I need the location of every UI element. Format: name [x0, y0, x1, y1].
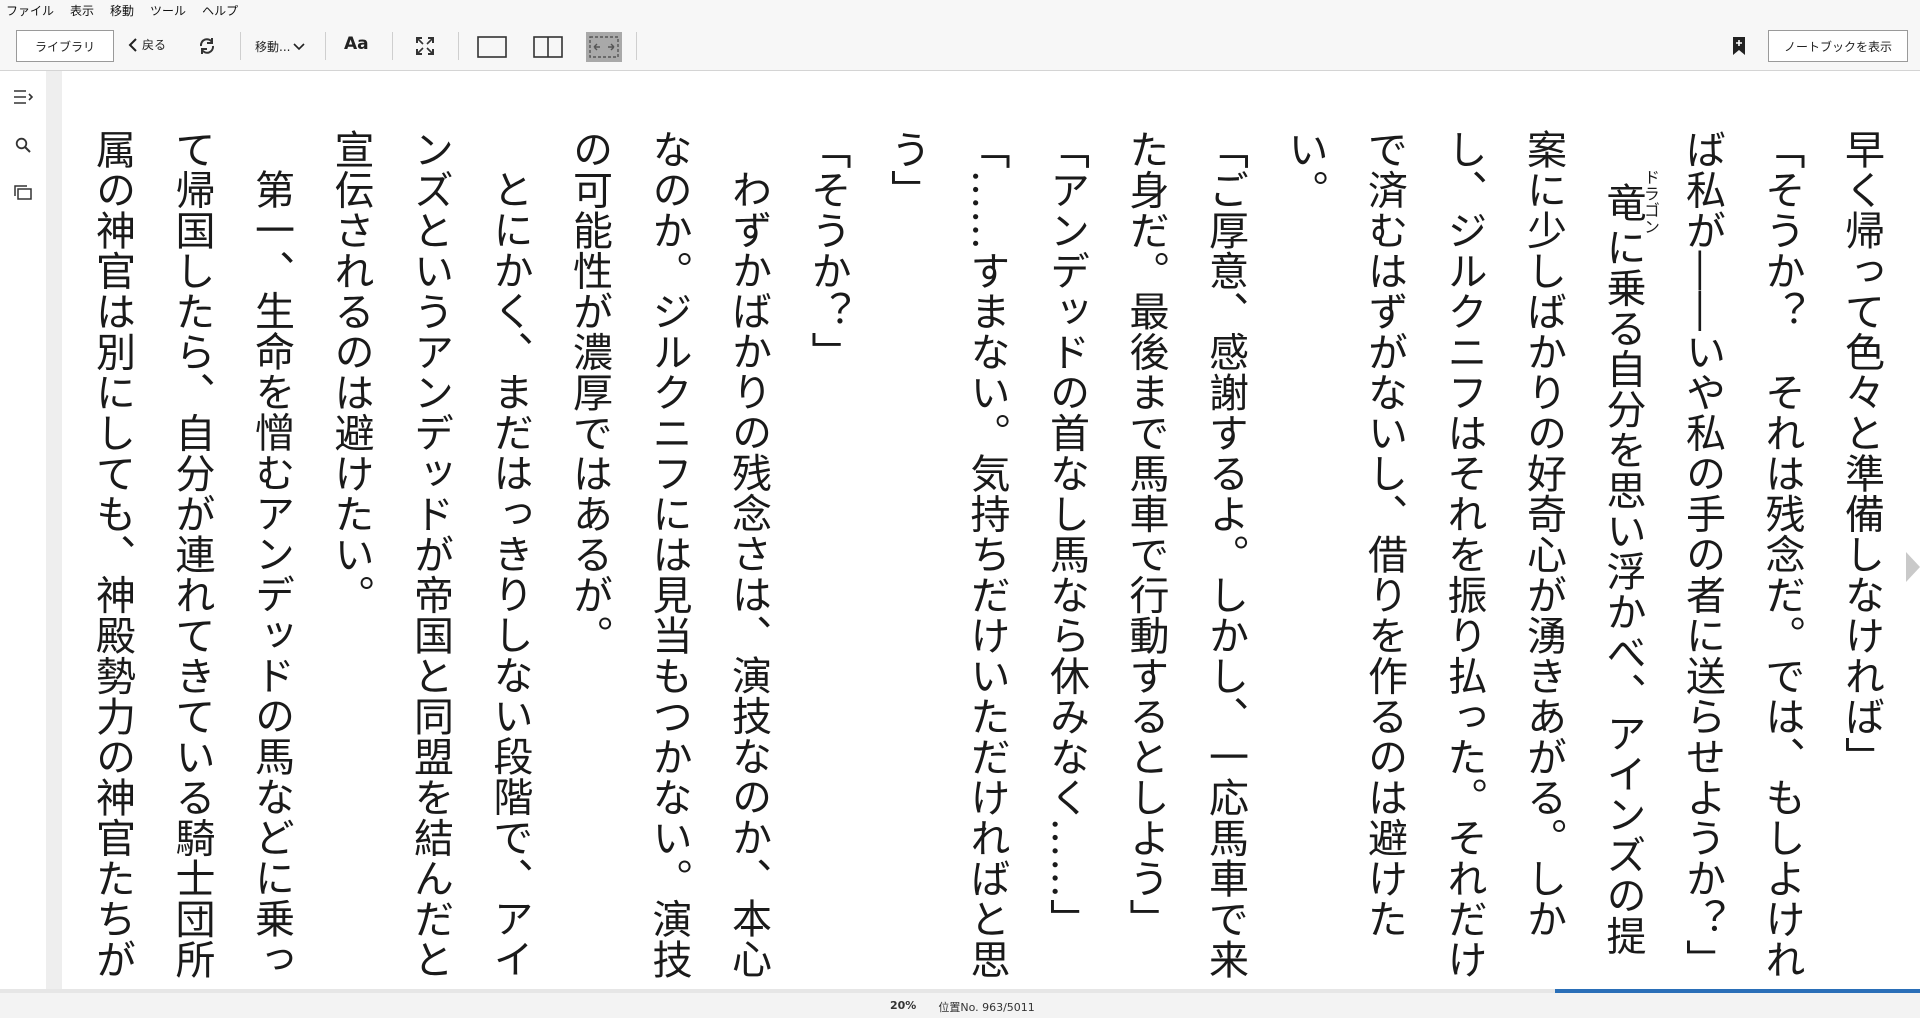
- book-paragraph[interactable]: とにかく、まだはっきりしない段階で、アインズというアンデッドが帝国と同盟を結んだ…: [310, 129, 549, 989]
- progress-fill: [1555, 989, 1920, 993]
- status-bar: 20% 位置No. 963/5011: [0, 989, 1920, 1018]
- menu-help[interactable]: ヘルプ: [194, 0, 246, 22]
- full-width-icon: [589, 36, 619, 58]
- menu-bar: ファイル 表示 移動 ツール ヘルプ: [0, 0, 1920, 22]
- menu-tools[interactable]: ツール: [142, 0, 194, 22]
- search-button[interactable]: [11, 133, 35, 157]
- goto-menu[interactable]: 移動...: [255, 38, 306, 55]
- reading-page: 早く帰って色々と準備しなければ」 「そうか？ それは残念だ。では、もしよければ私が…: [62, 71, 1900, 987]
- book-text: 早く帰って色々と準備しなければ」 「そうか？ それは残念だ。では、もしよければ私が…: [89, 129, 1901, 989]
- font-label: Aa: [344, 34, 369, 54]
- right-margin: [1900, 71, 1920, 992]
- toolbar-separator: [325, 32, 326, 60]
- book-paragraph[interactable]: 「アンデッドの首なし馬なら休みなく……」: [1026, 129, 1106, 989]
- back-button[interactable]: 戻る: [128, 36, 166, 53]
- page-gutter: [46, 71, 62, 992]
- book-paragraph[interactable]: 「そうか？」: [787, 129, 867, 989]
- flashcards-icon: [14, 185, 32, 200]
- location-indicator[interactable]: 位置No. 963/5011: [938, 999, 1034, 1015]
- toolbar-separator: [636, 32, 637, 60]
- menu-go[interactable]: 移動: [102, 0, 142, 22]
- toc-button[interactable]: [11, 85, 35, 109]
- left-sidebar: [0, 71, 47, 992]
- book-paragraph[interactable]: 早く帰って色々と準備しなければ」: [1821, 129, 1901, 989]
- library-button[interactable]: ライブラリ: [16, 30, 114, 62]
- menu-view[interactable]: 表示: [62, 0, 102, 22]
- toolbar-separator: [458, 32, 459, 60]
- refresh-icon: [199, 38, 215, 54]
- toolbar-separator: [240, 32, 241, 60]
- book-paragraph[interactable]: 「……すまない。気持ちだけいただければと思う」: [867, 129, 1026, 989]
- fullscreen-button[interactable]: [412, 33, 438, 59]
- back-label: 戻る: [142, 38, 167, 52]
- toc-icon: [14, 90, 33, 104]
- menu-file[interactable]: ファイル: [0, 0, 62, 22]
- toolbar: ライブラリ 戻る 移動... Aa ノートブックを表示: [0, 22, 1920, 71]
- toolbar-separator: [392, 32, 393, 60]
- two-page-icon: [533, 36, 563, 58]
- progress-track: [0, 989, 1920, 993]
- book-paragraph[interactable]: 「そうか？ それは残念だ。では、もしよければ私が――いや私の手の者に送らせようか…: [1662, 129, 1821, 989]
- book-paragraph[interactable]: 「ご厚意、感謝するよ。しかし、一応馬車で来た身だ。最後まで馬車で行動するとしよう…: [1105, 129, 1264, 989]
- book-paragraph[interactable]: 第一、生命を憎むアンデッドの馬などに乗って帰国したら、自分が連れてきている騎士団…: [72, 129, 311, 989]
- progress-percent: 20%: [890, 999, 917, 1012]
- bookmark-icon: [1733, 37, 1745, 55]
- chevron-down-icon: [293, 42, 306, 50]
- show-notebook-button[interactable]: ノートブックを表示: [1768, 30, 1908, 62]
- book-paragraph[interactable]: わずかばかりの残念さは、演技なのか、本心なのか。ジルクニフには見当もつかない。演…: [549, 129, 788, 989]
- fullscreen-icon: [416, 37, 434, 55]
- next-page-arrow-icon[interactable]: [1906, 552, 1920, 582]
- single-column-button[interactable]: [474, 32, 510, 62]
- single-page-icon: [477, 36, 507, 58]
- font-settings-button[interactable]: Aa: [344, 34, 369, 54]
- refresh-button[interactable]: [194, 33, 220, 59]
- full-width-button[interactable]: [586, 32, 622, 62]
- flashcards-button[interactable]: [11, 181, 35, 205]
- chevron-left-icon: [128, 37, 137, 52]
- search-icon: [15, 137, 31, 153]
- two-column-button[interactable]: [530, 32, 566, 62]
- book-paragraph[interactable]: 竜ドラゴンに乗る自分を思い浮かべ、アインズの提案に少しばかりの好奇心が湧きあがる…: [1264, 129, 1662, 989]
- ruby-annotation: 竜ドラゴン: [1599, 169, 1661, 235]
- goto-label: 移動...: [255, 40, 291, 54]
- bookmark-button[interactable]: [1732, 36, 1746, 59]
